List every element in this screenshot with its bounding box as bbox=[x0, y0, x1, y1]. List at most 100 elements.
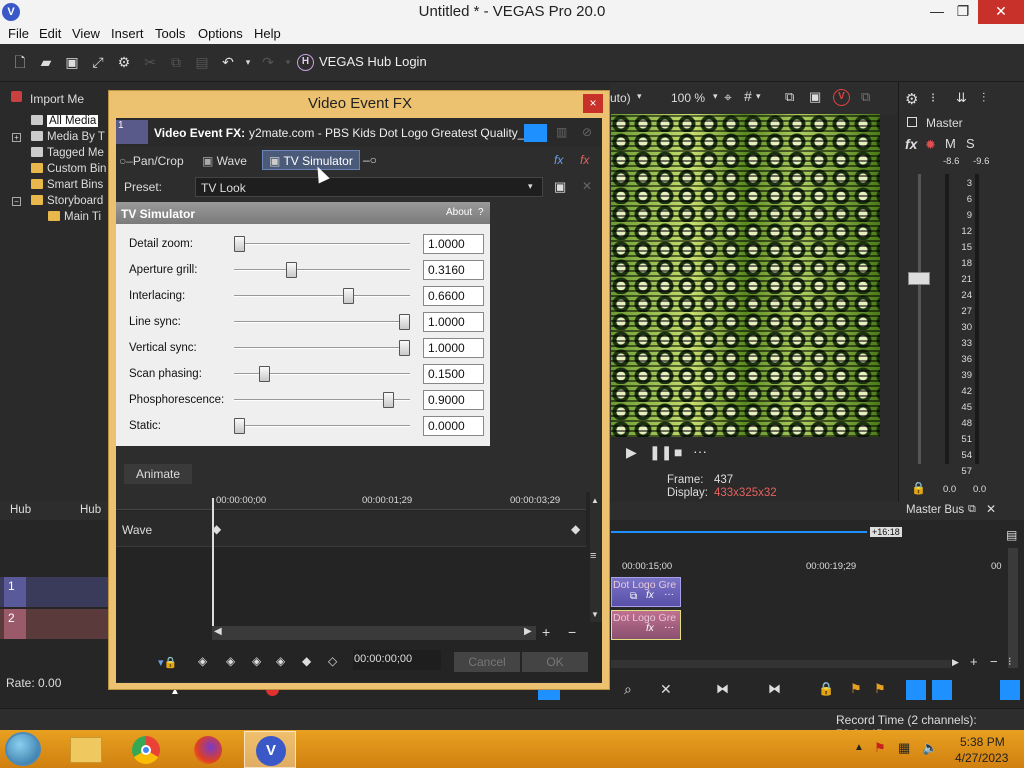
insert-bus-icon[interactable]: ⁝ bbox=[931, 90, 935, 106]
lock-icon[interactable]: 🔒 bbox=[911, 481, 926, 495]
mute-button[interactable]: M bbox=[945, 136, 956, 151]
add-fx-icon[interactable]: fx bbox=[554, 153, 563, 167]
scroll-right-icon[interactable]: ▶ bbox=[952, 657, 959, 668]
menu-insert[interactable]: Insert bbox=[111, 26, 144, 41]
audio-clip-more-icon[interactable]: ··· bbox=[664, 622, 674, 633]
ok-button[interactable]: OK bbox=[522, 652, 588, 672]
vegas-hub-login-button[interactable]: VEGAS Hub Login bbox=[319, 54, 427, 69]
master-bus-options-icon[interactable]: ⧉ bbox=[968, 503, 976, 516]
preset-dropdown[interactable]: TV Look ▾ bbox=[195, 177, 543, 197]
param-slider-track[interactable] bbox=[234, 295, 410, 297]
chain-item-tv-simulator[interactable]: ▣ TV Simulator bbox=[269, 154, 353, 168]
param-slider-handle[interactable] bbox=[234, 236, 245, 252]
show-hidden-icons[interactable]: ▲ bbox=[854, 742, 864, 753]
mixer-settings-gear-icon[interactable]: ⚙ bbox=[905, 90, 918, 108]
menu-edit[interactable]: Edit bbox=[39, 26, 61, 41]
split-icon[interactable]: ⧓ bbox=[716, 681, 729, 697]
keyframe-vscroll[interactable]: ▲ ≡ ▼ bbox=[590, 492, 602, 622]
master-fader-handle[interactable] bbox=[908, 272, 930, 285]
taskbar-firefox[interactable] bbox=[182, 731, 234, 768]
grid-icon[interactable]: # bbox=[744, 88, 752, 104]
clip-more-icon[interactable]: ··· bbox=[664, 589, 674, 600]
play-icon[interactable]: ▶ bbox=[626, 444, 637, 461]
undo-icon[interactable]: ↶ bbox=[220, 54, 236, 70]
kf-zoom-in-icon[interactable]: + bbox=[542, 624, 550, 640]
kf-scroll-left-icon[interactable]: ◀ bbox=[214, 626, 222, 637]
param-slider-track[interactable] bbox=[234, 243, 410, 245]
audio-track-header[interactable]: 2 bbox=[0, 609, 110, 639]
open-folder-icon[interactable]: ▰ bbox=[38, 54, 54, 70]
fx-split-screen-icon[interactable]: ▥ bbox=[556, 125, 567, 139]
kf-zoom-out-icon[interactable]: − bbox=[568, 624, 576, 640]
master-checkbox[interactable] bbox=[907, 117, 917, 127]
zoom-out-icon[interactable]: − bbox=[990, 654, 998, 669]
network-icon[interactable]: ▦ bbox=[898, 740, 910, 756]
keyframe-time-field[interactable]: 00:00:00;00 bbox=[353, 650, 441, 670]
collapse-icon[interactable]: − bbox=[12, 197, 21, 206]
kf-scroll-right-icon[interactable]: ▶ bbox=[524, 626, 532, 637]
param-value-input[interactable]: 0.6600 bbox=[423, 286, 484, 306]
quality-chevron-down-icon[interactable]: ▾ bbox=[637, 91, 642, 102]
save-snapshot-icon[interactable]: ▣ bbox=[809, 89, 821, 105]
menu-view[interactable]: View bbox=[72, 26, 100, 41]
add-keyframe-icon[interactable]: ◆ bbox=[302, 654, 311, 668]
menu-file[interactable]: File bbox=[8, 26, 29, 41]
prev-keyframe-icon[interactable]: ◈ bbox=[226, 654, 235, 668]
expand-icon[interactable]: + bbox=[12, 133, 21, 142]
tree-item-tagged-media[interactable]: Tagged Me bbox=[31, 147, 104, 159]
fx-color-swatch[interactable] bbox=[524, 124, 547, 142]
tree-item-custom-bins[interactable]: Custom Bin bbox=[31, 163, 106, 175]
cancel-button[interactable]: Cancel bbox=[454, 652, 520, 672]
timeline-horizontal-scrollbar[interactable] bbox=[611, 660, 951, 668]
video-clip[interactable]: Dot Logo Gre ⧉ fx ··· bbox=[611, 577, 681, 607]
audio-clip[interactable]: Dot Logo Gre fx ··· bbox=[611, 610, 681, 640]
copy-icon[interactable]: ⧉ bbox=[168, 54, 184, 70]
chain-item-wave[interactable]: ▣ Wave bbox=[202, 154, 247, 168]
clip-fx-icon[interactable]: fx bbox=[646, 590, 654, 601]
pan-crop-icon[interactable]: ⧉ bbox=[630, 591, 637, 602]
copy-snapshot-icon[interactable]: ⧉ bbox=[785, 89, 794, 105]
zoom-in-icon[interactable]: + bbox=[970, 654, 978, 669]
chain-item-pan-crop[interactable]: ○–Pan/Crop bbox=[119, 154, 184, 168]
preview-quality-dropdown[interactable]: uto) bbox=[610, 91, 631, 105]
first-keyframe-icon[interactable]: ◈ bbox=[198, 654, 207, 668]
dialog-close-button[interactable]: × bbox=[583, 94, 603, 113]
tab-hub[interactable]: Hub bbox=[10, 504, 31, 516]
param-value-input[interactable]: 1.0000 bbox=[423, 338, 484, 358]
keyframe-track-wave[interactable]: Wave ◆ ◆ bbox=[116, 511, 586, 547]
param-value-input[interactable]: 0.0000 bbox=[423, 416, 484, 436]
delete-keyframe-icon[interactable]: ◇ bbox=[328, 654, 337, 668]
taskbar-chrome[interactable] bbox=[120, 731, 172, 768]
save-icon[interactable]: ▣ bbox=[64, 54, 80, 70]
loop-region-bar[interactable] bbox=[611, 531, 867, 533]
master-fx-button[interactable]: fx bbox=[905, 136, 917, 152]
last-keyframe-icon[interactable]: ◈ bbox=[276, 654, 285, 668]
param-slider-track[interactable] bbox=[234, 321, 410, 323]
pause-icon[interactable]: ❚❚ bbox=[649, 444, 672, 461]
keyframe-end-marker[interactable]: ◆ bbox=[571, 522, 580, 536]
audio-clip-fx-icon[interactable]: fx bbox=[646, 623, 654, 634]
param-value-input[interactable]: 1.0000 bbox=[423, 234, 484, 254]
sync-cursor-icon[interactable]: ▾🔒 bbox=[158, 656, 177, 669]
param-value-input[interactable]: 1.0000 bbox=[423, 312, 484, 332]
delete-icon[interactable]: ✕ bbox=[660, 681, 672, 698]
taskbar-clock-time[interactable]: 5:38 PM bbox=[960, 735, 1005, 749]
param-slider-handle[interactable] bbox=[258, 366, 270, 382]
vegas-hub-logo-icon[interactable]: H bbox=[297, 54, 314, 71]
tab-hub-explorer[interactable]: Hub bbox=[80, 504, 101, 516]
undo-dropdown-icon[interactable]: ▾ bbox=[240, 54, 256, 70]
keyframe-cursor[interactable] bbox=[212, 498, 214, 638]
tree-item-media-by[interactable]: Media By T bbox=[31, 131, 105, 143]
taskbar-file-explorer[interactable] bbox=[60, 731, 112, 768]
scroll-up-icon[interactable]: ▲ bbox=[591, 496, 599, 505]
param-slider-handle[interactable] bbox=[342, 288, 354, 304]
help-button[interactable]: ? bbox=[478, 207, 484, 218]
ripple-edit-icon[interactable] bbox=[1000, 680, 1020, 700]
fx-bypass-icon[interactable]: ⊘ bbox=[582, 125, 592, 139]
timeline-options-icon[interactable]: ⁝ bbox=[1008, 655, 1012, 668]
tree-item-storyboards[interactable]: Storyboard bbox=[31, 195, 103, 207]
param-slider-handle[interactable] bbox=[234, 418, 245, 434]
lock-event-icon[interactable]: 🔒 bbox=[818, 681, 834, 697]
volume-icon[interactable]: 🔈 bbox=[922, 740, 938, 756]
trim-icon[interactable]: ⧓ bbox=[768, 681, 781, 697]
